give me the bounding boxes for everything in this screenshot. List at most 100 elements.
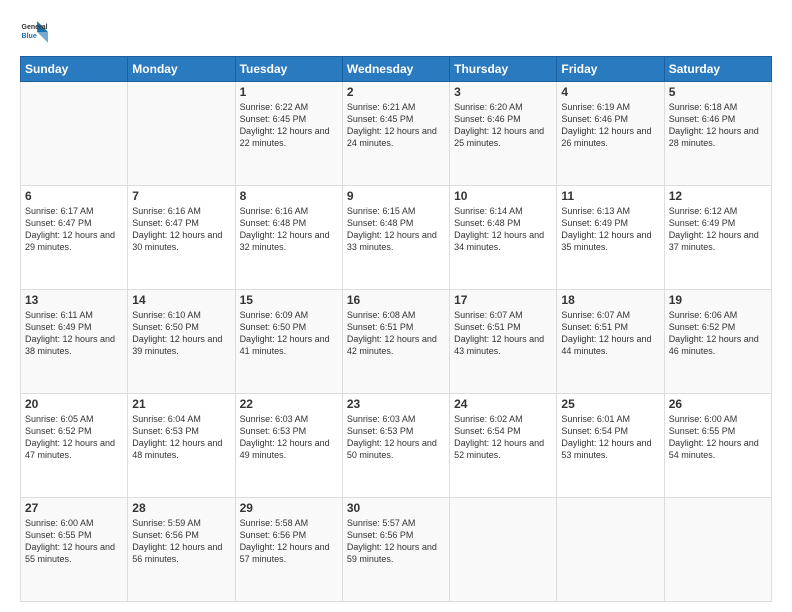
cell-sun-info: Sunrise: 6:16 AMSunset: 6:48 PMDaylight:… bbox=[240, 205, 338, 254]
calendar-cell bbox=[128, 82, 235, 186]
cell-sun-info: Sunrise: 6:13 AMSunset: 6:49 PMDaylight:… bbox=[561, 205, 659, 254]
svg-text:General: General bbox=[22, 24, 48, 31]
calendar-cell: 6 Sunrise: 6:17 AMSunset: 6:47 PMDaylight… bbox=[21, 186, 128, 290]
day-number: 28 bbox=[132, 501, 230, 515]
day-number: 11 bbox=[561, 189, 659, 203]
day-number: 21 bbox=[132, 397, 230, 411]
calendar-cell: 19Sunrise: 6:06 AMSunset: 6:52 PMDayligh… bbox=[664, 290, 771, 394]
day-number: 5 bbox=[669, 85, 767, 99]
cell-sun-info: Sunrise: 6:15 AMSunset: 6:48 PMDaylight:… bbox=[347, 205, 445, 254]
week-row-5: 27Sunrise: 6:00 AMSunset: 6:55 PMDayligh… bbox=[21, 498, 772, 602]
cell-sun-info: Sunrise: 6:17 AMSunset: 6:47 PMDaylight:… bbox=[25, 205, 123, 254]
cell-sun-info: Sunrise: 5:57 AMSunset: 6:56 PMDaylight:… bbox=[347, 517, 445, 566]
calendar-cell bbox=[557, 498, 664, 602]
logo-icon: General Blue bbox=[20, 18, 48, 46]
day-number: 1 bbox=[240, 85, 338, 99]
day-number: 13 bbox=[25, 293, 123, 307]
calendar-cell: 2Sunrise: 6:21 AMSunset: 6:45 PMDaylight… bbox=[342, 82, 449, 186]
col-header-friday: Friday bbox=[557, 57, 664, 82]
day-number: 10 bbox=[454, 189, 552, 203]
day-number: 16 bbox=[347, 293, 445, 307]
col-header-thursday: Thursday bbox=[450, 57, 557, 82]
calendar-cell: 17Sunrise: 6:07 AMSunset: 6:51 PMDayligh… bbox=[450, 290, 557, 394]
cell-sun-info: Sunrise: 5:58 AMSunset: 6:56 PMDaylight:… bbox=[240, 517, 338, 566]
cell-sun-info: Sunrise: 5:59 AMSunset: 6:56 PMDaylight:… bbox=[132, 517, 230, 566]
svg-text:Blue: Blue bbox=[22, 33, 37, 40]
calendar-cell: 8 Sunrise: 6:16 AMSunset: 6:48 PMDaylight… bbox=[235, 186, 342, 290]
day-number: 12 bbox=[669, 189, 767, 203]
day-number: 29 bbox=[240, 501, 338, 515]
calendar-cell: 26Sunrise: 6:00 AMSunset: 6:55 PMDayligh… bbox=[664, 394, 771, 498]
day-number: 19 bbox=[669, 293, 767, 307]
day-number: 20 bbox=[25, 397, 123, 411]
day-number: 26 bbox=[669, 397, 767, 411]
day-number: 15 bbox=[240, 293, 338, 307]
cell-sun-info: Sunrise: 6:03 AMSunset: 6:53 PMDaylight:… bbox=[240, 413, 338, 462]
cell-sun-info: Sunrise: 6:00 AMSunset: 6:55 PMDaylight:… bbox=[25, 517, 123, 566]
day-number: 22 bbox=[240, 397, 338, 411]
day-number: 9 bbox=[347, 189, 445, 203]
header: General Blue bbox=[20, 18, 772, 46]
cell-sun-info: Sunrise: 6:11 AMSunset: 6:49 PMDaylight:… bbox=[25, 309, 123, 358]
calendar-cell: 10 Sunrise: 6:14 AMSunset: 6:48 PMDayligh… bbox=[450, 186, 557, 290]
day-number: 25 bbox=[561, 397, 659, 411]
calendar-cell: 20 Sunrise: 6:05 AMSunset: 6:52 PMDayligh… bbox=[21, 394, 128, 498]
col-header-sunday: Sunday bbox=[21, 57, 128, 82]
calendar-cell: 22 Sunrise: 6:03 AMSunset: 6:53 PMDayligh… bbox=[235, 394, 342, 498]
cell-sun-info: Sunrise: 6:20 AMSunset: 6:46 PMDaylight:… bbox=[454, 101, 552, 150]
week-row-2: 6 Sunrise: 6:17 AMSunset: 6:47 PMDaylight… bbox=[21, 186, 772, 290]
cell-sun-info: Sunrise: 6:16 AMSunset: 6:47 PMDaylight:… bbox=[132, 205, 230, 254]
calendar-cell: 24 Sunrise: 6:02 AMSunset: 6:54 PMDayligh… bbox=[450, 394, 557, 498]
calendar-cell: 30 Sunrise: 5:57 AMSunset: 6:56 PMDayligh… bbox=[342, 498, 449, 602]
day-number: 17 bbox=[454, 293, 552, 307]
calendar-cell: 4 Sunrise: 6:19 AMSunset: 6:46 PMDaylight… bbox=[557, 82, 664, 186]
day-number: 3 bbox=[454, 85, 552, 99]
cell-sun-info: Sunrise: 6:19 AMSunset: 6:46 PMDaylight:… bbox=[561, 101, 659, 150]
day-number: 2 bbox=[347, 85, 445, 99]
calendar-cell: 29 Sunrise: 5:58 AMSunset: 6:56 PMDayligh… bbox=[235, 498, 342, 602]
cell-sun-info: Sunrise: 6:18 AMSunset: 6:46 PMDaylight:… bbox=[669, 101, 767, 150]
day-number: 8 bbox=[240, 189, 338, 203]
col-header-monday: Monday bbox=[128, 57, 235, 82]
week-row-3: 13 Sunrise: 6:11 AMSunset: 6:49 PMDayligh… bbox=[21, 290, 772, 394]
day-number: 24 bbox=[454, 397, 552, 411]
day-number: 14 bbox=[132, 293, 230, 307]
cell-sun-info: Sunrise: 6:04 AMSunset: 6:53 PMDaylight:… bbox=[132, 413, 230, 462]
calendar-cell: 13 Sunrise: 6:11 AMSunset: 6:49 PMDayligh… bbox=[21, 290, 128, 394]
cell-sun-info: Sunrise: 6:22 AMSunset: 6:45 PMDaylight:… bbox=[240, 101, 338, 150]
calendar-cell: 12 Sunrise: 6:12 AMSunset: 6:49 PMDayligh… bbox=[664, 186, 771, 290]
calendar-cell: 16 Sunrise: 6:08 AMSunset: 6:51 PMDayligh… bbox=[342, 290, 449, 394]
calendar-cell bbox=[664, 498, 771, 602]
calendar-cell: 5 Sunrise: 6:18 AMSunset: 6:46 PMDaylight… bbox=[664, 82, 771, 186]
calendar-cell: 7Sunrise: 6:16 AMSunset: 6:47 PMDaylight… bbox=[128, 186, 235, 290]
page: General Blue SundayMondayTuesdayWednesda… bbox=[0, 0, 792, 612]
calendar-cell: 14 Sunrise: 6:10 AMSunset: 6:50 PMDayligh… bbox=[128, 290, 235, 394]
calendar-cell: 11 Sunrise: 6:13 AMSunset: 6:49 PMDayligh… bbox=[557, 186, 664, 290]
calendar-cell: 27Sunrise: 6:00 AMSunset: 6:55 PMDayligh… bbox=[21, 498, 128, 602]
cell-sun-info: Sunrise: 6:07 AMSunset: 6:51 PMDaylight:… bbox=[561, 309, 659, 358]
logo: General Blue bbox=[20, 18, 48, 46]
cell-sun-info: Sunrise: 6:14 AMSunset: 6:48 PMDaylight:… bbox=[454, 205, 552, 254]
day-number: 6 bbox=[25, 189, 123, 203]
calendar-cell: 21 Sunrise: 6:04 AMSunset: 6:53 PMDayligh… bbox=[128, 394, 235, 498]
header-row: SundayMondayTuesdayWednesdayThursdayFrid… bbox=[21, 57, 772, 82]
calendar-cell: 1 Sunrise: 6:22 AMSunset: 6:45 PMDaylight… bbox=[235, 82, 342, 186]
calendar-cell: 18Sunrise: 6:07 AMSunset: 6:51 PMDayligh… bbox=[557, 290, 664, 394]
cell-sun-info: Sunrise: 6:01 AMSunset: 6:54 PMDaylight:… bbox=[561, 413, 659, 462]
day-number: 30 bbox=[347, 501, 445, 515]
calendar-cell: 3 Sunrise: 6:20 AMSunset: 6:46 PMDaylight… bbox=[450, 82, 557, 186]
day-number: 23 bbox=[347, 397, 445, 411]
cell-sun-info: Sunrise: 6:02 AMSunset: 6:54 PMDaylight:… bbox=[454, 413, 552, 462]
cell-sun-info: Sunrise: 6:05 AMSunset: 6:52 PMDaylight:… bbox=[25, 413, 123, 462]
col-header-tuesday: Tuesday bbox=[235, 57, 342, 82]
calendar-cell bbox=[21, 82, 128, 186]
col-header-wednesday: Wednesday bbox=[342, 57, 449, 82]
cell-sun-info: Sunrise: 6:12 AMSunset: 6:49 PMDaylight:… bbox=[669, 205, 767, 254]
calendar-cell: 25 Sunrise: 6:01 AMSunset: 6:54 PMDayligh… bbox=[557, 394, 664, 498]
calendar-table: SundayMondayTuesdayWednesdayThursdayFrid… bbox=[20, 56, 772, 602]
cell-sun-info: Sunrise: 6:08 AMSunset: 6:51 PMDaylight:… bbox=[347, 309, 445, 358]
day-number: 4 bbox=[561, 85, 659, 99]
calendar-cell: 9 Sunrise: 6:15 AMSunset: 6:48 PMDaylight… bbox=[342, 186, 449, 290]
cell-sun-info: Sunrise: 6:10 AMSunset: 6:50 PMDaylight:… bbox=[132, 309, 230, 358]
col-header-saturday: Saturday bbox=[664, 57, 771, 82]
